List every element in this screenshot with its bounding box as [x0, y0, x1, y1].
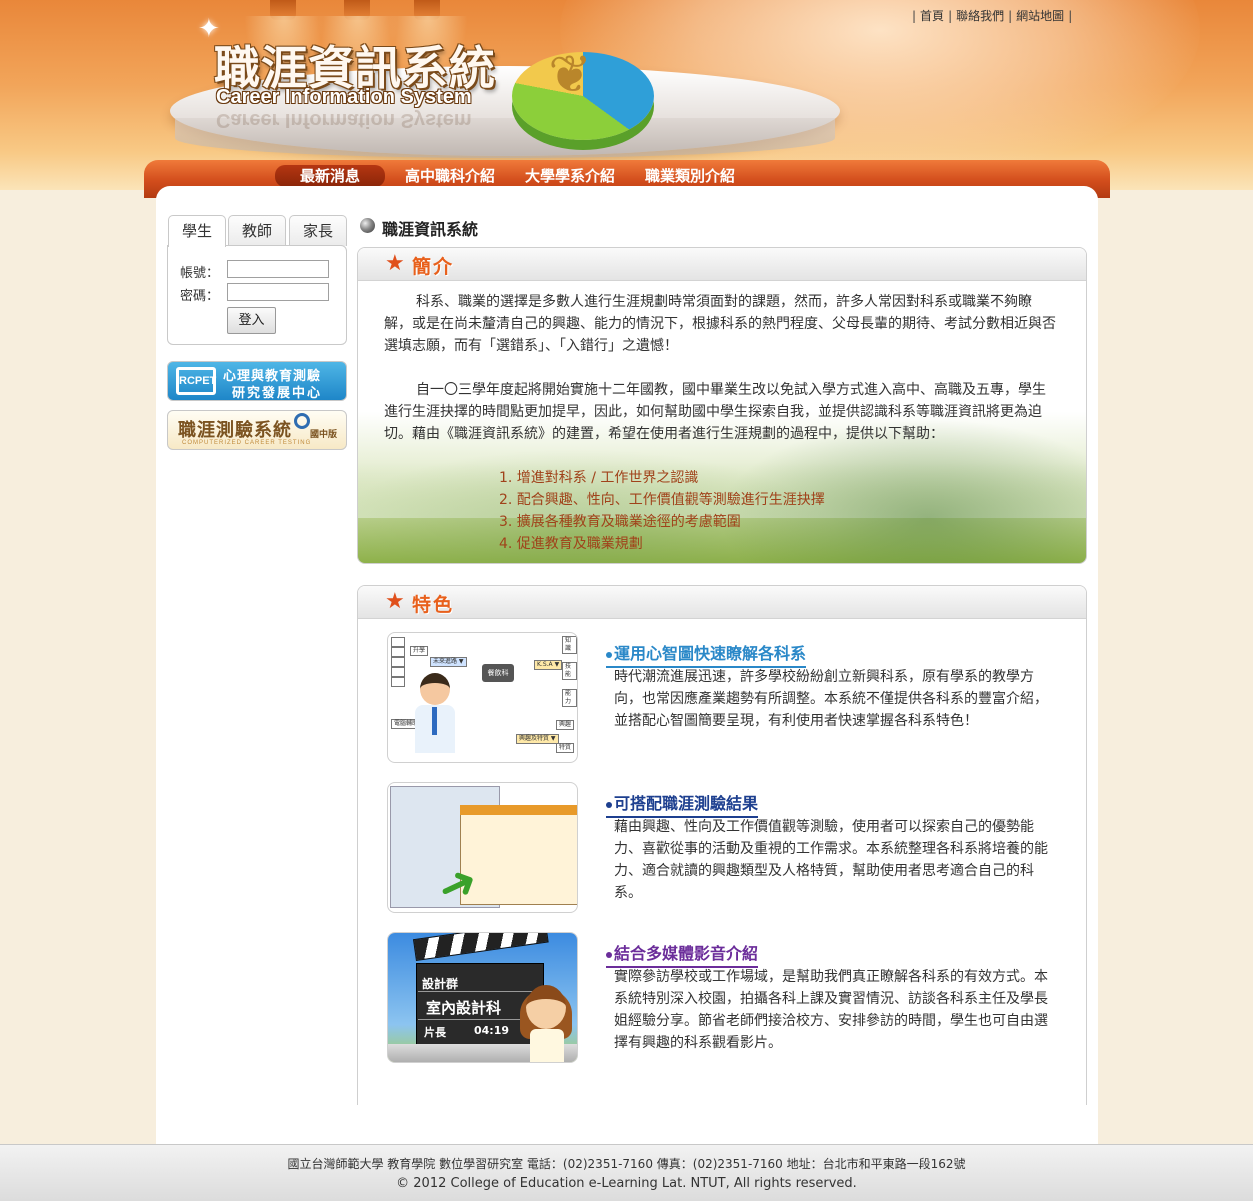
nav-item-news[interactable]: 最新消息 — [275, 165, 385, 187]
boy-character-tie — [432, 707, 437, 735]
feature-title-mindmap: 運用心智圖快速瞭解各科系 — [606, 640, 807, 668]
feature-dot-icon — [606, 951, 612, 958]
feature-title-testing: 可搭配職涯測驗結果 — [606, 790, 759, 818]
account-label: 帳號： — [180, 266, 220, 281]
nav-item-highschool[interactable]: 高中職科介紹 — [396, 165, 504, 187]
ribbon-bow-icon: ❦ — [548, 45, 592, 105]
testing-banner-subtitle: COMPUTERIZED CAREER TESTING — [182, 440, 312, 446]
mindmap-node: 能力 — [562, 689, 577, 707]
feature-text-multimedia: 實際參訪學校或工作場域，是幫助我們真正瞭解各科系的有效方式。本系統特別深入校園，… — [614, 969, 1048, 1051]
star-icon: ★ — [385, 589, 405, 614]
feature-text-mindmap: 時代潮流進展迅速，許多學校紛紛創立新興科系，原有學系的教學方向，也常因應產業趨勢… — [614, 669, 1048, 729]
testing-banner-edition: 國中版 — [310, 430, 338, 440]
nav-item-occupation[interactable]: 職業類別介紹 — [636, 165, 744, 187]
mindmap-node: 興趣 — [556, 720, 575, 730]
star-icon: ★ — [385, 251, 405, 276]
mindmap-node — [391, 677, 405, 687]
mindmap-node: 升學 — [410, 646, 429, 656]
mindmap-center-node: 餐飲科 — [482, 664, 514, 682]
contact-link[interactable]: 聯絡我們 — [956, 9, 1004, 23]
tab-teacher[interactable]: 教師 — [228, 215, 286, 246]
rcpet-banner-link[interactable]: RCPET 心理與教育測驗 研究發展中心 — [167, 361, 347, 401]
top-links: | 首頁 | 聯絡我們 | 網站地圖 | — [912, 9, 1073, 23]
features-panel: ★ 特色 升學 未來進路 ▼ 餐飲科 K.S.A ▼ 知識 技能 能力 電腦輔助… — [357, 585, 1087, 1105]
feature-text-testing: 藉由興趣、性向及工作價值觀等測驗，使用者可以探索自己的優勢能力、喜歡從事的活動及… — [614, 819, 1048, 901]
boy-character — [420, 673, 450, 705]
girl-character-face — [526, 985, 566, 1029]
page-footer: 國立台灣師範大學 教育學院 數位學習研究室 電話：(02)2351-7160 傳… — [0, 1144, 1253, 1201]
screenshot-window-bar — [460, 805, 577, 815]
rcpet-logo-icon: RCPET — [176, 367, 216, 395]
home-link[interactable]: 首頁 — [920, 9, 944, 23]
features-panel-header: ★ 特色 — [358, 586, 1086, 619]
mindmap-node: 特質 — [556, 743, 575, 753]
intro-panel: ★ 簡介 科系、職業的選擇是多數人進行生涯規劃時常須面對的課題，然而，許多人常因… — [357, 247, 1087, 564]
site-logo-subtitle: Career Information System — [216, 86, 472, 108]
list-item: 1. 增進對科系 / 工作世界之認識 — [499, 470, 699, 486]
tab-student[interactable]: 學生 — [168, 215, 226, 247]
intro-heading: 簡介 — [412, 256, 455, 278]
mindmap-node — [391, 657, 405, 667]
password-input[interactable] — [227, 283, 329, 301]
login-button[interactable]: 登入 — [227, 307, 276, 334]
mindmap-node: 未來進路 ▼ — [430, 657, 467, 667]
feature-title-text: 運用心智圖快速瞭解各科系 — [614, 644, 807, 663]
mindmap-node: 技能 — [562, 662, 577, 680]
video-subject-label: 室內設計科 — [426, 999, 502, 1017]
video-length-label: 片長 — [424, 1026, 446, 1039]
list-item: 4. 促進教育及職業規劃 — [499, 536, 643, 552]
girl-character-body — [530, 1029, 564, 1062]
feature-title-multimedia: 結合多媒體影音介紹 — [606, 940, 759, 968]
video-length-value: 04:19 — [474, 1024, 510, 1037]
mindmap-node — [391, 647, 405, 657]
video-illustration: 設計群 室內設計科 片長 04:19 — [387, 932, 578, 1063]
account-input[interactable] — [227, 260, 329, 278]
test-results-illustration: ➜ — [387, 782, 578, 913]
mindmap-node: K.S.A ▼ — [534, 660, 563, 670]
features-heading: 特色 — [412, 594, 455, 616]
tab-parent[interactable]: 家長 — [289, 215, 347, 246]
site-logo-reflection: Career Information System — [216, 109, 472, 131]
nav-item-university[interactable]: 大學學系介紹 — [515, 165, 625, 187]
mindmap-node: 知識 — [562, 636, 577, 654]
password-label: 密碼： — [180, 289, 220, 304]
footer-copyright: © 2012 College of Education e-Learning L… — [396, 1176, 857, 1191]
mindmap-illustration: 升學 未來進路 ▼ 餐飲科 K.S.A ▼ 知識 技能 能力 電腦輔助 興趣及特… — [387, 632, 578, 763]
video-group-label: 設計群 — [422, 977, 459, 991]
sitemap-link[interactable]: 網站地圖 — [1016, 9, 1064, 23]
feature-title-text: 可搭配職涯測驗結果 — [614, 794, 759, 813]
rcpet-banner-line2: 研究發展中心 — [232, 386, 323, 401]
mindmap-node — [391, 667, 405, 677]
intro-paragraph-1: 科系、職業的選擇是多數人進行生涯規劃時常須面對的課題，然而，許多人常因對科系或職… — [384, 294, 1056, 354]
page-title: 職涯資訊系統 — [382, 220, 479, 239]
content-top-edge — [156, 186, 1098, 200]
feature-title-text: 結合多媒體影音介紹 — [614, 944, 759, 963]
testing-banner-title: 職涯測驗系統 — [178, 420, 292, 441]
feature-dot-icon — [606, 651, 612, 658]
mindmap-node — [391, 637, 405, 647]
feature-dot-icon — [606, 801, 612, 808]
career-testing-banner-link[interactable]: 職涯測驗系統 國中版 COMPUTERIZED CAREER TESTING — [167, 410, 347, 450]
intro-paragraph-2: 自一〇三學年度起將開始實施十二年國教，國中畢業生改以免試入學方式進入高中、高職及… — [384, 382, 1046, 442]
footer-contact-info: 國立台灣師範大學 教育學院 數位學習研究室 電話：(02)2351-7160 傳… — [287, 1157, 966, 1171]
mindmap-node: 興趣及特質 ▼ — [516, 734, 559, 744]
intro-panel-header: ★ 簡介 — [358, 248, 1086, 281]
list-item: 2. 配合興趣、性向、工作價值觀等測驗進行生涯抉擇 — [499, 492, 825, 508]
login-form: 帳號： 密碼： 登入 — [167, 245, 347, 345]
list-item: 3. 擴展各種教育及職業途徑的考慮範圍 — [499, 514, 741, 530]
ball-bullet-icon — [360, 218, 375, 233]
magnifier-icon — [294, 413, 310, 429]
intro-benefit-list: 1. 增進對科系 / 工作世界之認識 2. 配合興趣、性向、工作價值觀等測驗進行… — [499, 467, 825, 555]
